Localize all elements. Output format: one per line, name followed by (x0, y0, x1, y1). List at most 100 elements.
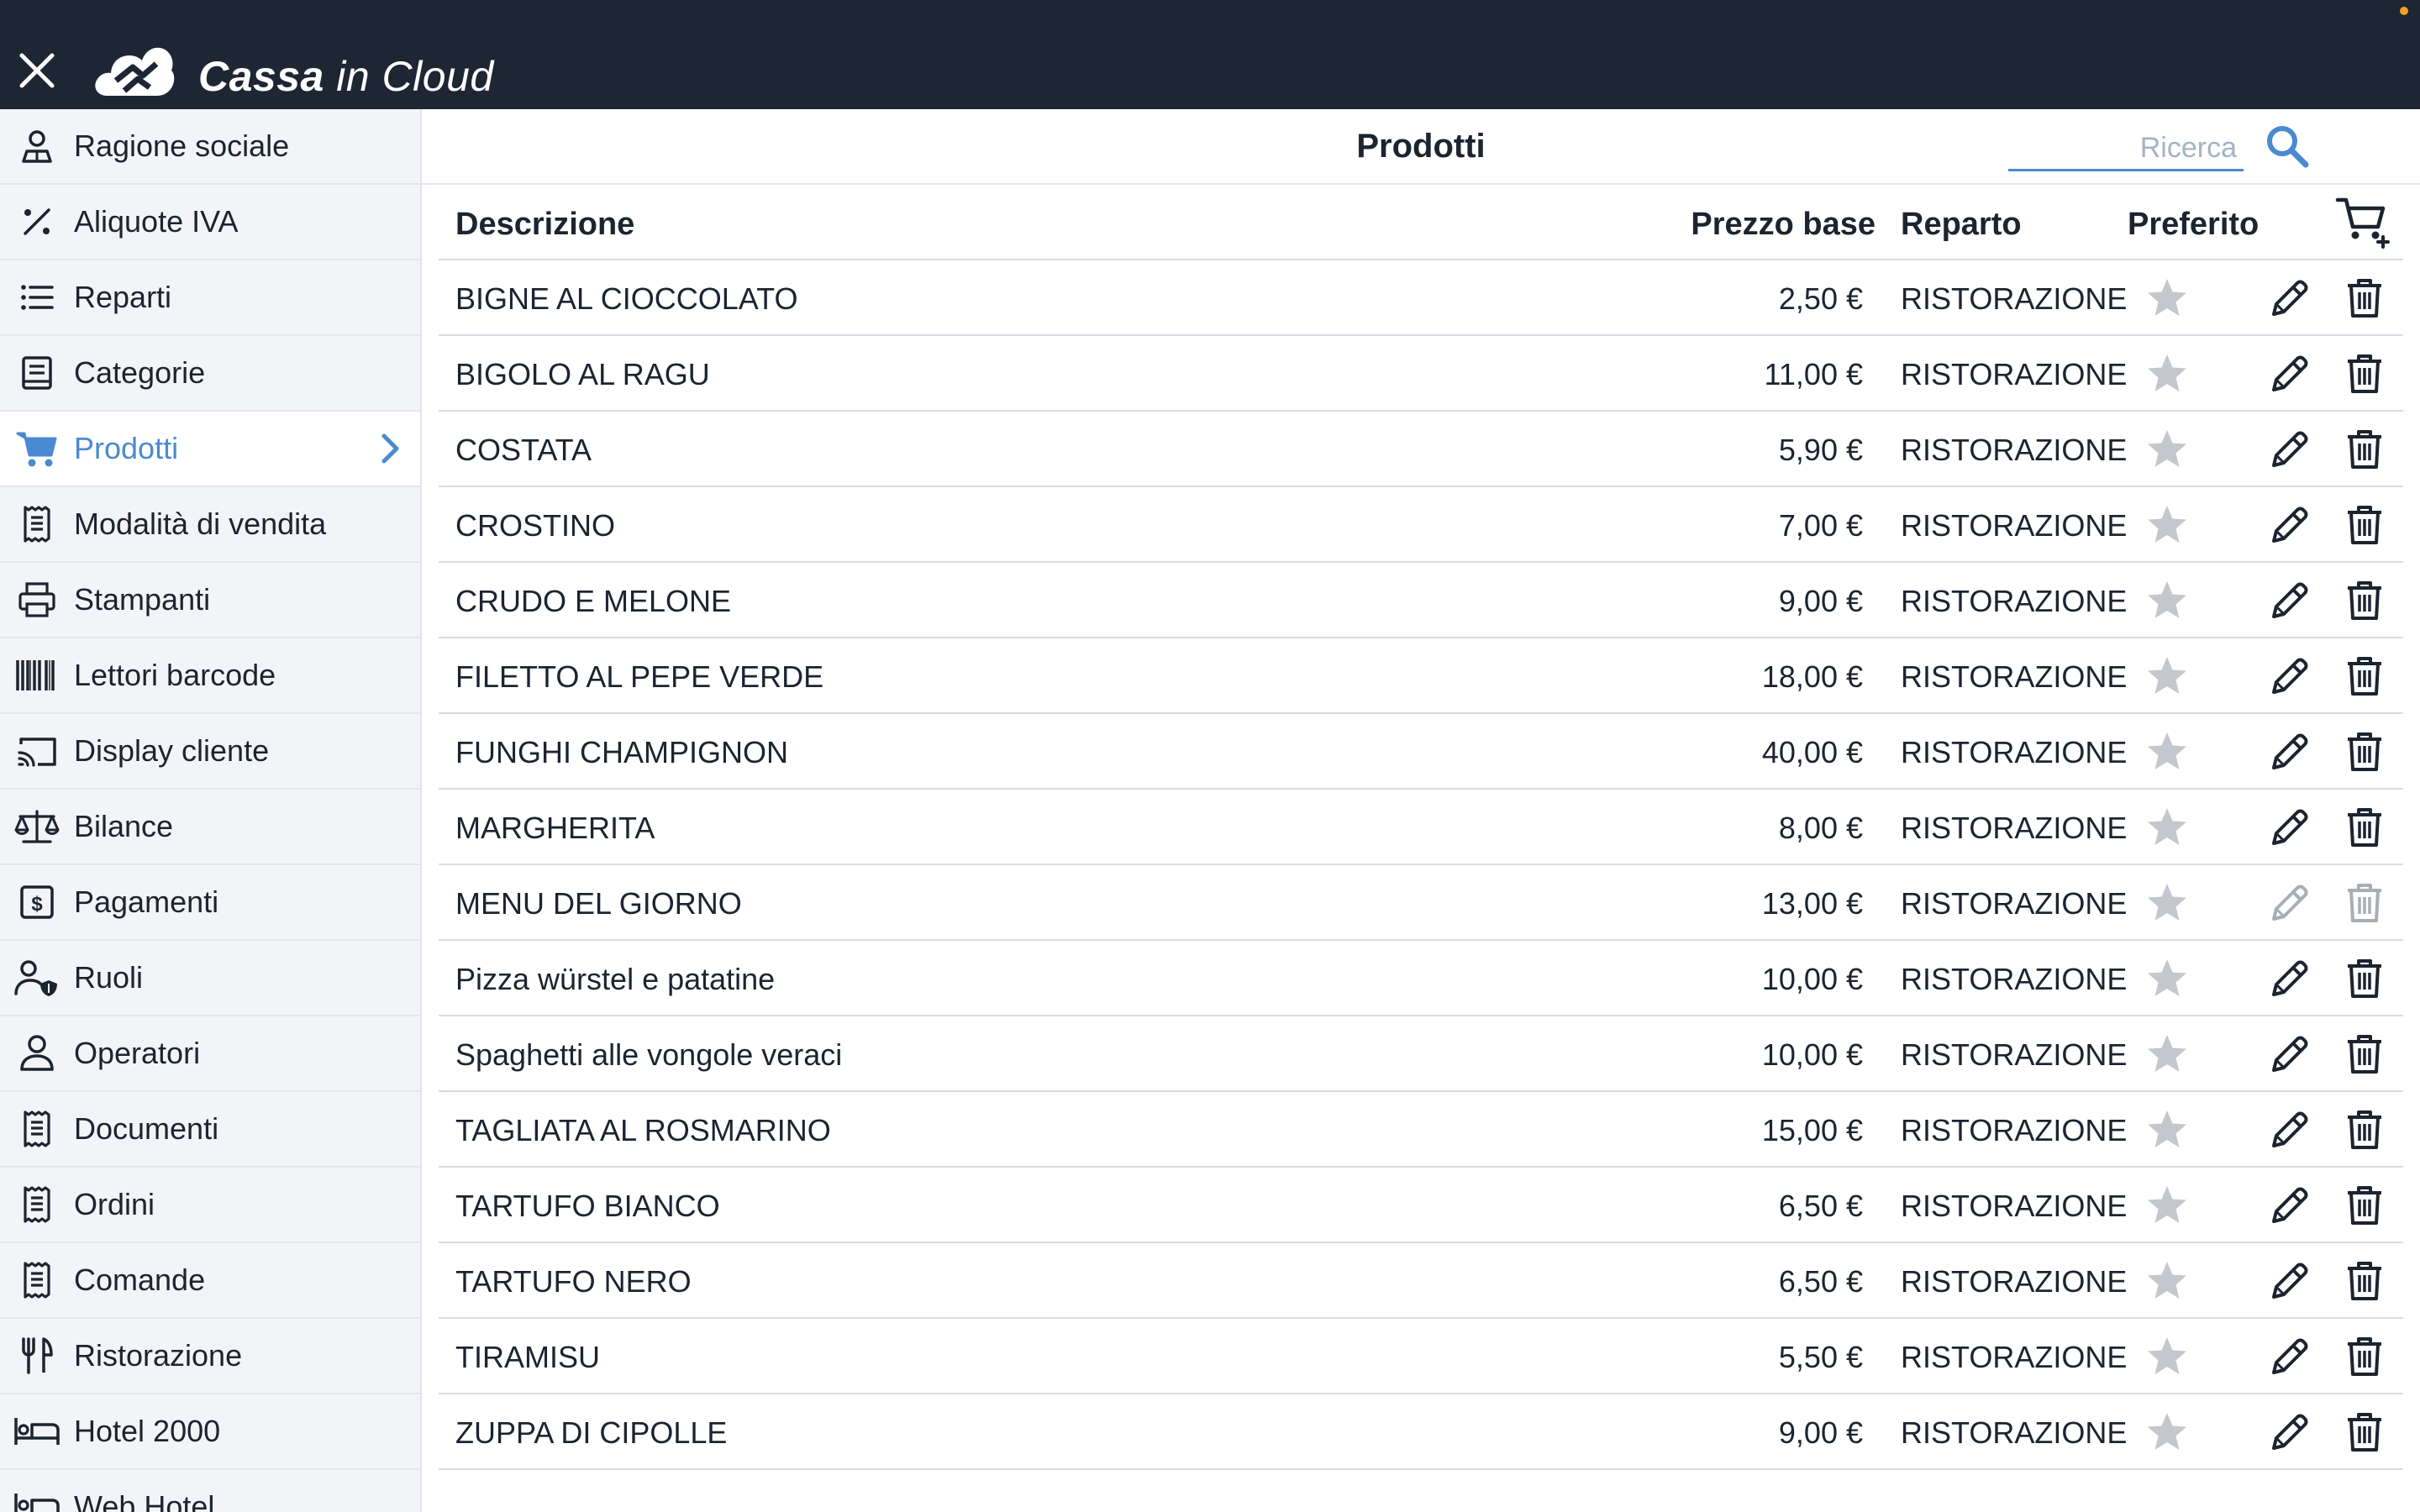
sidebar-item-documenti[interactable]: Documenti (0, 1092, 420, 1168)
sidebar-item-label: Display cliente (74, 733, 270, 768)
edit-pencil-icon[interactable] (2267, 276, 2312, 321)
close-button[interactable] (12, 45, 62, 96)
product-department: RISTORAZIONE (1901, 584, 2128, 618)
table-row[interactable]: BIGOLO AL RAGU 11,00 € RISTORAZIONE (439, 336, 2403, 412)
delete-trash-icon[interactable] (2343, 1107, 2386, 1152)
delete-trash-icon[interactable] (2343, 578, 2386, 623)
edit-pencil-icon[interactable] (2267, 956, 2312, 1001)
table-row[interactable]: TIRAMISU 5,50 € RISTORAZIONE (439, 1319, 2403, 1394)
sidebar-item-modalit-di-vendita[interactable]: Modalità di vendita (0, 487, 420, 563)
favorite-star-icon[interactable] (2144, 351, 2190, 396)
edit-pencil-icon[interactable] (2267, 1258, 2312, 1304)
add-product-cart-icon[interactable] (2334, 192, 2393, 250)
sidebar-item-lettori-barcode[interactable]: Lettori barcode (0, 638, 420, 714)
table-row[interactable]: MENU DEL GIORNO 13,00 € RISTORAZIONE (439, 865, 2403, 941)
sidebar-item-label: Stampanti (74, 582, 211, 617)
favorite-star-icon[interactable] (2144, 1410, 2190, 1455)
favorite-star-icon[interactable] (2144, 1183, 2190, 1228)
table-row[interactable]: MARGHERITA 8,00 € RISTORAZIONE (439, 790, 2403, 865)
edit-pencil-icon[interactable] (2267, 1410, 2312, 1455)
edit-pencil-icon[interactable] (2267, 654, 2312, 699)
favorite-star-icon[interactable] (2144, 1258, 2190, 1304)
table-row[interactable]: Pizza würstel e patatine 10,00 € RISTORAZI… (439, 941, 2403, 1016)
table-row[interactable]: TARTUFO NERO 6,50 € RISTORAZIONE (439, 1243, 2403, 1319)
sidebar-item-pagamenti[interactable]: $ Pagamenti (0, 865, 420, 941)
favorite-star-icon[interactable] (2144, 1107, 2190, 1152)
favorite-star-icon[interactable] (2144, 654, 2190, 699)
table-row[interactable]: Spaghetti alle vongole veraci 10,00 € RIST… (439, 1016, 2403, 1092)
edit-pencil-icon[interactable] (2267, 1032, 2312, 1077)
product-price: 9,00 € (1778, 1415, 1863, 1450)
delete-trash-icon[interactable] (2343, 276, 2386, 321)
table-row[interactable]: TAGLIATA AL ROSMARINO 15,00 € RISTORAZIONE (439, 1092, 2403, 1168)
favorite-star-icon[interactable] (2144, 1334, 2190, 1379)
table-row[interactable]: FUNGHI CHAMPIGNON 40,00 € RISTORAZIONE (439, 714, 2403, 790)
sidebar-item-hotel-2000[interactable]: Hotel 2000 (0, 1394, 420, 1470)
sidebar-item-reparti[interactable]: Reparti (0, 260, 420, 336)
edit-pencil-icon[interactable] (2267, 351, 2312, 396)
delete-trash-icon[interactable] (2343, 729, 2386, 774)
product-price: 5,50 € (1778, 1340, 1863, 1374)
favorite-star-icon[interactable] (2144, 729, 2190, 774)
favorite-star-icon[interactable] (2144, 1032, 2190, 1077)
edit-pencil-icon[interactable] (2267, 578, 2312, 623)
sidebar-item-comande[interactable]: Comande (0, 1243, 420, 1319)
favorite-star-icon[interactable] (2144, 956, 2190, 1001)
product-department: RISTORAZIONE (1901, 1037, 2128, 1072)
edit-pencil-icon[interactable] (2267, 805, 2312, 850)
edit-pencil-icon[interactable] (2267, 880, 2312, 926)
sidebar-item-ordini[interactable]: Ordini (0, 1168, 420, 1243)
sidebar-item-aliquote-iva[interactable]: Aliquote IVA (0, 185, 420, 260)
edit-pencil-icon[interactable] (2267, 729, 2312, 774)
dollar-icon: $ (0, 865, 74, 939)
sidebar-item-bilance[interactable]: Bilance (0, 790, 420, 865)
favorite-star-icon[interactable] (2144, 578, 2190, 623)
sidebar-item-ruoli[interactable]: Ruoli (0, 941, 420, 1016)
delete-trash-icon[interactable] (2343, 1334, 2386, 1379)
receipt-icon (0, 1092, 74, 1166)
search-input[interactable] (2008, 128, 2244, 169)
edit-pencil-icon[interactable] (2267, 1334, 2312, 1379)
table-row[interactable]: CRUDO E MELONE 9,00 € RISTORAZIONE (439, 563, 2403, 638)
favorite-star-icon[interactable] (2144, 805, 2190, 850)
edit-pencil-icon[interactable] (2267, 1107, 2312, 1152)
sidebar-item-ragione-sociale[interactable]: Ragione sociale (0, 109, 420, 185)
product-price: 13,00 € (1761, 886, 1863, 921)
sidebar-item-categorie[interactable]: Categorie (0, 336, 420, 412)
sidebar-item-display-cliente[interactable]: Display cliente (0, 714, 420, 790)
edit-pencil-icon[interactable] (2267, 427, 2312, 472)
delete-trash-icon[interactable] (2343, 1410, 2386, 1455)
delete-trash-icon[interactable] (2343, 427, 2386, 472)
table-row[interactable]: TARTUFO BIANCO 6,50 € RISTORAZIONE (439, 1168, 2403, 1243)
sidebar-item-ristorazione[interactable]: Ristorazione (0, 1319, 420, 1394)
favorite-star-icon[interactable] (2144, 880, 2190, 926)
percent-icon (0, 185, 74, 259)
delete-trash-icon[interactable] (2343, 1032, 2386, 1077)
delete-trash-icon[interactable] (2343, 654, 2386, 699)
table-row[interactable]: BIGNE AL CIOCCOLATO 2,50 € RISTORAZIONE (439, 260, 2403, 336)
table-row[interactable]: ZUPPA DI CIPOLLE 9,00 € RISTORAZIONE (439, 1394, 2403, 1470)
delete-trash-icon[interactable] (2343, 880, 2386, 926)
delete-trash-icon[interactable] (2343, 351, 2386, 396)
edit-pencil-icon[interactable] (2267, 1183, 2312, 1228)
table-row[interactable]: CROSTINO 7,00 € RISTORAZIONE (439, 487, 2403, 563)
favorite-star-icon[interactable] (2144, 276, 2190, 321)
table-row[interactable]: FILETTO AL PEPE VERDE 18,00 € RISTORAZIONE (439, 638, 2403, 714)
delete-trash-icon[interactable] (2343, 805, 2386, 850)
sidebar-item-prodotti[interactable]: Prodotti (0, 412, 420, 487)
sidebar-item-stampanti[interactable]: Stampanti (0, 563, 420, 638)
favorite-star-icon[interactable] (2144, 502, 2190, 548)
delete-trash-icon[interactable] (2343, 1183, 2386, 1228)
product-price: 7,00 € (1778, 508, 1863, 543)
delete-trash-icon[interactable] (2343, 502, 2386, 548)
delete-trash-icon[interactable] (2343, 1258, 2386, 1304)
delete-trash-icon[interactable] (2343, 956, 2386, 1001)
sidebar-item-operatori[interactable]: Operatori (0, 1016, 420, 1092)
favorite-star-icon[interactable] (2144, 427, 2190, 472)
product-department: RISTORAZIONE (1901, 508, 2128, 543)
product-department: RISTORAZIONE (1901, 281, 2128, 316)
edit-pencil-icon[interactable] (2267, 502, 2312, 548)
search-icon[interactable] (2264, 123, 2311, 170)
sidebar-item-web-hotel[interactable]: Web Hotel (0, 1470, 420, 1512)
table-row[interactable]: COSTATA 5,90 € RISTORAZIONE (439, 412, 2403, 487)
